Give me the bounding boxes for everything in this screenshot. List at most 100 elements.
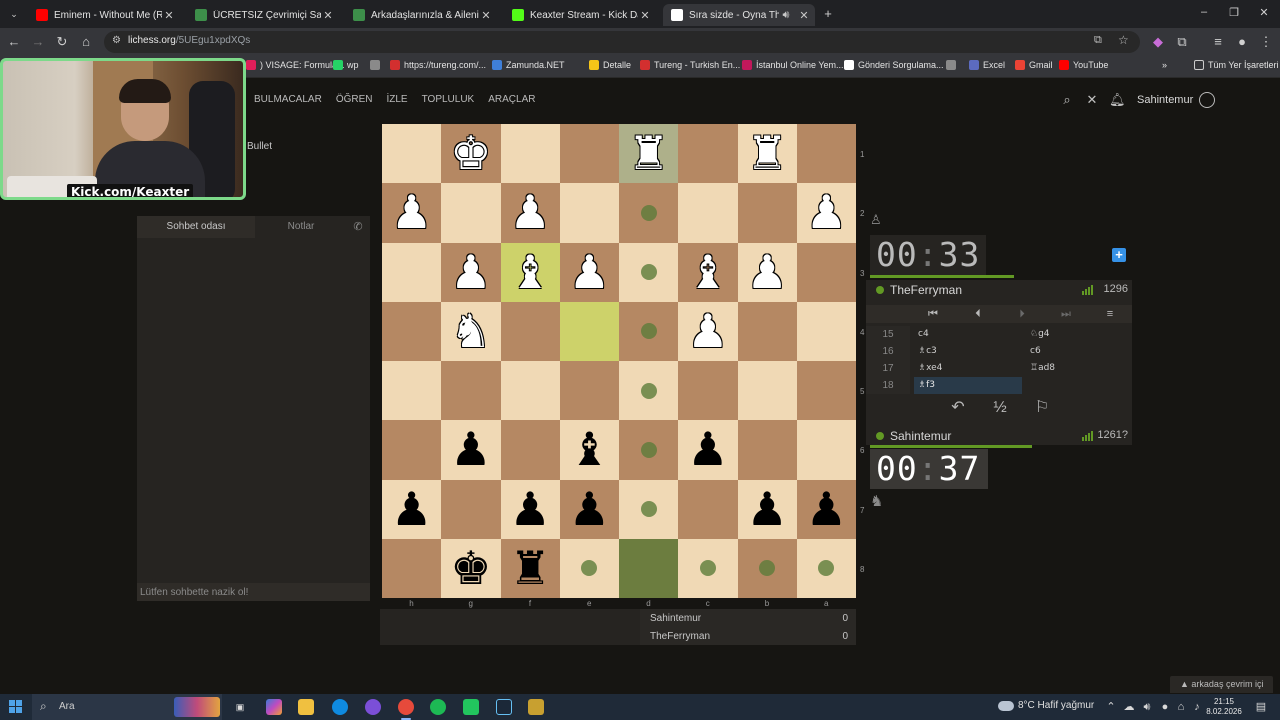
- board-square-e1[interactable]: [559, 124, 619, 184]
- site-info-icon[interactable]: ⚙: [112, 35, 121, 46]
- takeback-icon[interactable]: ↶: [947, 398, 969, 418]
- tab-list-icon[interactable]: ≡: [1210, 34, 1226, 50]
- resign-flag-icon[interactable]: ⚐: [1031, 398, 1053, 418]
- bookmark-item[interactable]: Zamunda.NET: [492, 60, 565, 70]
- tab-close-icon[interactable]: ✕: [321, 9, 335, 22]
- profile-icon[interactable]: ●: [1234, 34, 1250, 50]
- bookmark-item[interactable]: Gönderi Sorgulama...: [844, 60, 944, 70]
- board-square-h5[interactable]: [382, 361, 442, 421]
- extension-icon[interactable]: ◆: [1150, 34, 1166, 50]
- address-bar[interactable]: ⚙ lichess.org/5UEgu1xpdXQs ⧉ ☆: [104, 31, 1140, 53]
- board-square-a5[interactable]: [796, 361, 856, 421]
- board-square-a6[interactable]: [796, 420, 856, 480]
- browser-tab[interactable]: Keaxter Stream - Kick Dashboar✕: [504, 4, 656, 26]
- browser-tab[interactable]: ÜCRETSİZ Çevrimiçi Satranç Oy✕: [187, 4, 339, 26]
- extensions-puzzle-icon[interactable]: ⧉: [1174, 34, 1190, 50]
- white-move[interactable]: c4: [918, 326, 929, 343]
- board-square-f4[interactable]: [500, 301, 560, 361]
- taskbar-search[interactable]: ⌕ Ara: [32, 694, 222, 720]
- move-hint-dot[interactable]: [640, 441, 657, 458]
- move-hint-dot[interactable]: [640, 204, 657, 221]
- bookmark-item[interactable]: Excel: [969, 60, 1005, 70]
- tab-audio-icon[interactable]: 🔊︎: [779, 9, 793, 22]
- browser-tab[interactable]: Sıra sizde - Oyna TheFerrym🔊︎ ✕: [663, 4, 815, 26]
- tab-chat-room[interactable]: Sohbet odası: [137, 216, 255, 238]
- bookmark-item[interactable]: YouTube: [1059, 60, 1108, 70]
- app-icon[interactable]: [528, 699, 544, 715]
- add-time-button[interactable]: +: [1112, 248, 1126, 262]
- bookmark-item[interactable]: Detalle: [589, 60, 631, 70]
- white-rook-icon[interactable]: ♜: [738, 124, 797, 183]
- back-icon[interactable]: ←: [6, 34, 22, 50]
- board-square-c5[interactable]: [678, 361, 738, 421]
- board-square-h8[interactable]: [382, 538, 442, 598]
- tab-search-icon[interactable]: ⌄: [6, 6, 22, 22]
- black-rook-icon[interactable]: ♜: [501, 539, 560, 598]
- tab-close-icon[interactable]: ✕: [797, 9, 811, 22]
- nav-community[interactable]: TOPLULUK: [422, 94, 475, 105]
- board-square-g2[interactable]: [441, 183, 501, 243]
- chrome-icon[interactable]: [398, 699, 414, 715]
- black-pawn-icon[interactable]: ♟: [738, 480, 797, 539]
- tab-close-icon[interactable]: ✕: [638, 9, 652, 22]
- board-square-b6[interactable]: [737, 420, 797, 480]
- tab-close-icon[interactable]: ✕: [479, 9, 493, 22]
- white-move[interactable]: ♗c3: [918, 343, 937, 360]
- board-square-b5[interactable]: [737, 361, 797, 421]
- search-icon[interactable]: ⌕: [1059, 92, 1075, 108]
- board-square-h3[interactable]: [382, 242, 442, 302]
- board-square-e2[interactable]: [559, 183, 619, 243]
- board-square-f5[interactable]: [500, 361, 560, 421]
- white-pawn-icon[interactable]: ♟: [738, 243, 797, 302]
- phone-icon[interactable]: ✆: [351, 220, 365, 234]
- black-pawn-icon[interactable]: ♟: [560, 480, 619, 539]
- microphone-icon[interactable]: ●: [1158, 700, 1172, 714]
- first-move-icon[interactable]: ⏮︎: [923, 306, 943, 322]
- task-view-icon[interactable]: ▣: [232, 699, 248, 715]
- board-square-c1[interactable]: [678, 124, 738, 184]
- white-pawn-icon[interactable]: ♟: [797, 183, 856, 242]
- bookmark-item[interactable]: wp: [333, 60, 359, 70]
- chat-input[interactable]: [137, 583, 370, 601]
- move-hint-dot[interactable]: [640, 382, 657, 399]
- install-app-icon[interactable]: ⧉: [1094, 34, 1102, 47]
- white-move[interactable]: ♗f3: [914, 377, 1022, 394]
- cloud-sync-icon[interactable]: ☁: [1122, 700, 1136, 714]
- user-avatar-icon[interactable]: [1199, 92, 1215, 108]
- browser-tab[interactable]: Arkadaşlarınızla & Ailenizle Üc✕: [345, 4, 497, 26]
- move-hint-dot[interactable]: [640, 501, 657, 518]
- bookmark-item[interactable]: https://tureng.com/...: [390, 60, 486, 70]
- app-icon[interactable]: [365, 699, 381, 715]
- tab-close-icon[interactable]: ✕: [162, 9, 176, 22]
- move-hint-dot[interactable]: [640, 323, 657, 340]
- offer-draw-button[interactable]: ½: [989, 398, 1011, 418]
- black-pawn-icon[interactable]: ♟: [501, 480, 560, 539]
- forward-icon[interactable]: →: [30, 34, 46, 50]
- board-square-g5[interactable]: [441, 361, 501, 421]
- all-bookmarks[interactable]: Tüm Yer İşaretleri: [1194, 60, 1279, 70]
- bookmark-item[interactable]: [370, 60, 384, 70]
- bookmark-item[interactable]: Tureng - Turkish En...: [640, 60, 740, 70]
- black-king-icon[interactable]: ♚: [441, 539, 500, 598]
- board-square-g7[interactable]: [441, 479, 501, 539]
- bookmark-item[interactable]: ) VISAGE: Formula...: [246, 60, 345, 70]
- edge-icon[interactable]: [332, 699, 348, 715]
- player-name[interactable]: Sahintemur: [890, 429, 951, 443]
- black-pawn-icon[interactable]: ♟: [678, 420, 737, 479]
- bookmark-item[interactable]: Gmail: [1015, 60, 1053, 70]
- minimize-icon[interactable]: –: [1196, 6, 1212, 18]
- board-square-a3[interactable]: [796, 242, 856, 302]
- restore-icon[interactable]: ❐: [1226, 6, 1242, 19]
- white-pawn-icon[interactable]: ♟: [560, 243, 619, 302]
- browser-tab[interactable]: Eminem - Without Me (Remix) | ✕: [28, 4, 180, 26]
- reload-icon[interactable]: ↻: [54, 34, 70, 50]
- black-move[interactable]: ♖ad8: [1030, 360, 1055, 377]
- board-square-f1[interactable]: [500, 124, 560, 184]
- prev-move-icon[interactable]: ⏴︎: [968, 306, 988, 322]
- board-square-c2[interactable]: [678, 183, 738, 243]
- board-square-h6[interactable]: [382, 420, 442, 480]
- steam-icon[interactable]: [496, 699, 512, 715]
- white-pawn-icon[interactable]: ♟: [501, 183, 560, 242]
- nav-tools[interactable]: ARAÇLAR: [488, 94, 535, 105]
- file-explorer-icon[interactable]: [298, 699, 314, 715]
